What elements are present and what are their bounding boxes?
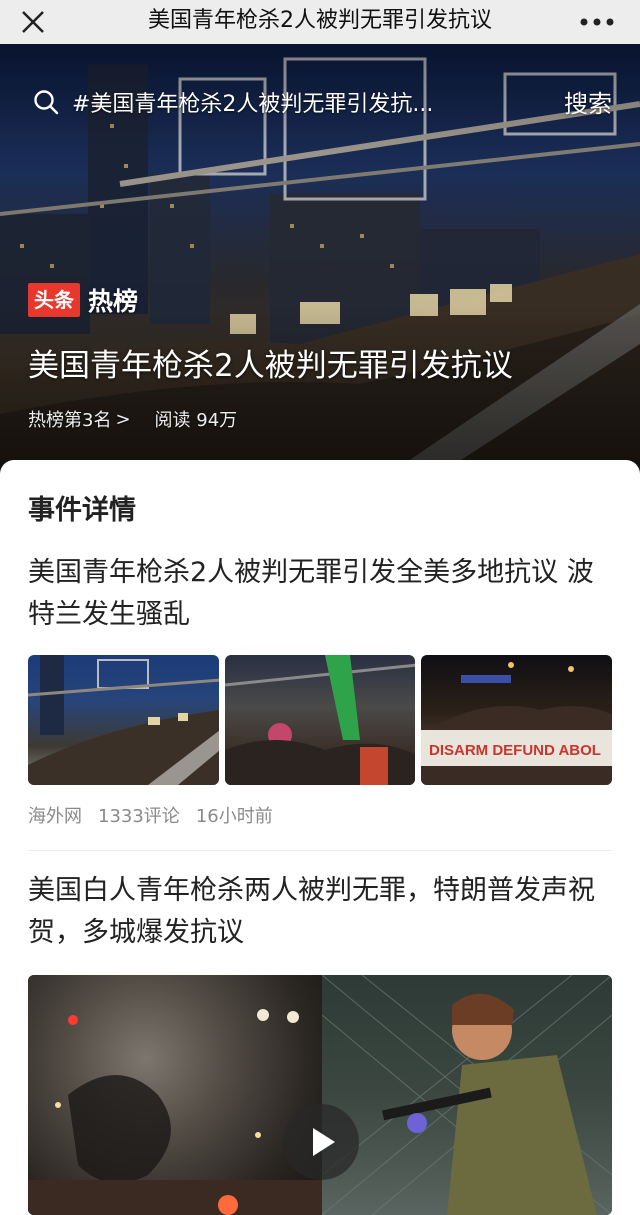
app-bar: 美国青年枪杀2人被判无罪引发抗议 [0,0,640,44]
search-button[interactable]: 搜索 [564,84,612,119]
divider [28,850,612,851]
article-title[interactable]: 美国青年枪杀2人被判无罪引发全美多地抗议 波特兰发生骚乱 [28,552,612,636]
thumbnail-image[interactable]: DISARM DEFUND ABOL [421,655,613,785]
thumbnail-scene [28,655,219,785]
article-time: 16小时前 [195,806,273,827]
video-frame-left [28,975,322,1215]
thumbnail-image[interactable] [224,655,416,785]
section-title: 事件详情 [28,495,136,526]
thumbnail-image[interactable] [28,655,219,785]
play-icon [313,1128,335,1156]
article-comments: 1333评论 [98,806,180,827]
page-title: 美国青年枪杀2人被判无罪引发抗议 [148,8,492,33]
search-icon [34,90,59,115]
thumbnail-scene: DISARM DEFUND ABOL [421,662,613,785]
search-query[interactable]: #美国青年枪杀2人被判无罪引发抗... [72,86,433,118]
article-source: 海外网 [28,806,82,827]
video-thumbnail[interactable] [28,975,612,1215]
hero-meta: 热榜第3名 > 阅读 94万 [28,406,237,432]
thumbnail-scene [224,655,416,785]
read-count: 阅读 94万 [154,410,238,431]
search-bar[interactable]: #美国青年枪杀2人被判无罪引发抗... [32,84,502,120]
play-button[interactable] [283,1104,359,1180]
video-scene-right [321,975,612,1215]
hot-board-label: 热榜 [88,287,139,316]
article-thumbnails[interactable]: DISARM DEFUND ABOL [28,655,613,785]
chevron-right-icon[interactable]: > [115,409,130,430]
more-icon[interactable] [580,18,614,26]
video-frame-right [321,975,612,1215]
content-card: 事件详情 美国青年枪杀2人被判无罪引发全美多地抗议 波特兰发生骚乱 DISARM… [0,460,640,1215]
protest-banner-text: DISARM DEFUND ABOL [429,742,601,759]
toutiao-logo: 头条 [28,283,80,317]
brand-badge: 头条 热榜 [28,282,138,318]
hero-title: 美国青年枪杀2人被判无罪引发抗议 [28,348,513,384]
article-title[interactable]: 美国白人青年枪杀两人被判无罪，特朗普发声祝贺，多城爆发抗议 [28,870,612,954]
video-scene-left [28,1009,322,1215]
hero-banner[interactable]: #美国青年枪杀2人被判无罪引发抗... 搜索 头条 热榜 美国青年枪杀2人被判无… [0,44,640,480]
close-icon[interactable] [18,7,48,37]
rank-link[interactable]: 热榜第3名 [28,406,111,432]
article-meta: 海外网 1333评论 16小时前 [28,802,289,828]
